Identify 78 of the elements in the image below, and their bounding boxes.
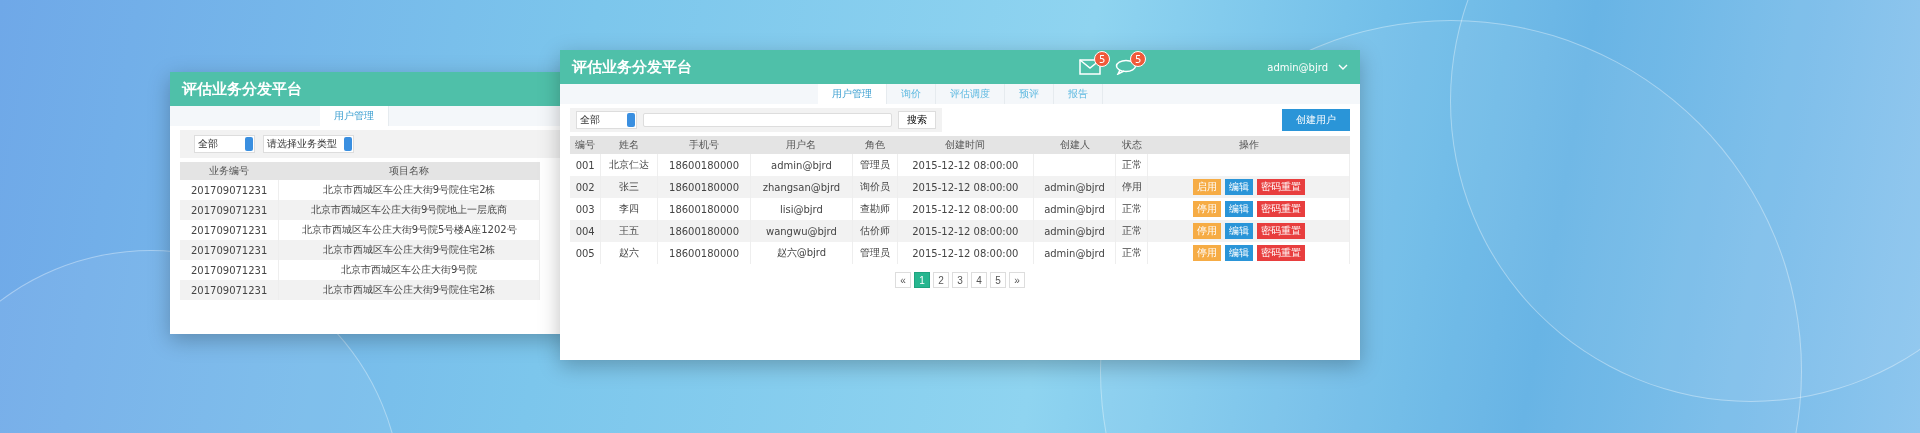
nav-tab[interactable]: 用户管理 [817, 84, 887, 104]
reset-button[interactable]: 密码重置 [1256, 201, 1305, 217]
table-cell: 18600180000 [657, 176, 751, 198]
user-name[interactable]: admin@bjrd [1267, 61, 1328, 73]
table-cell: 18600180000 [657, 220, 751, 242]
table-cell: 18600180000 [657, 242, 751, 264]
column-header: 项目名称 [278, 162, 540, 180]
column-header: 角色 [852, 136, 898, 154]
column-header: 创建时间 [897, 136, 1034, 154]
column-header: 用户名 [750, 136, 853, 154]
dropdown[interactable]: 全部 [194, 135, 255, 153]
nav-tab[interactable]: 询价 [886, 84, 936, 104]
page-button[interactable]: 1 [914, 272, 930, 288]
edit-button[interactable]: 编辑 [1224, 201, 1253, 217]
table-cell: wangwu@bjrd [750, 220, 853, 242]
table-cell: 估价师 [852, 220, 898, 242]
toggle-button[interactable]: 停用 [1192, 201, 1221, 217]
table-cell: 正常 [1115, 242, 1148, 264]
edit-button[interactable]: 编辑 [1224, 245, 1253, 261]
table-cell: 201709071231 [180, 280, 279, 300]
table-cell: 张三 [600, 176, 658, 198]
column-header: 操作 [1147, 136, 1350, 154]
table-cell: 2015-12-12 08:00:00 [897, 176, 1034, 198]
table-cell: admin@bjrd [1033, 242, 1116, 264]
table-cell: 王五 [600, 220, 658, 242]
next-page-button[interactable]: » [1009, 272, 1025, 288]
page-button[interactable]: 2 [933, 272, 949, 288]
table-cell: 管理员 [852, 242, 898, 264]
table-cell: 北京市西城区车公庄大街9号院住宅2栋 [278, 240, 540, 260]
table-cell: 005 [570, 242, 601, 264]
table-cell: admin@bjrd [1033, 220, 1116, 242]
column-header: 编号 [570, 136, 601, 154]
column-header: 姓名 [600, 136, 658, 154]
page-button[interactable]: 3 [952, 272, 968, 288]
table-cell: 004 [570, 220, 601, 242]
previous-page-button[interactable]: « [895, 272, 911, 288]
table-cell: 2015-12-12 08:00:00 [897, 242, 1034, 264]
table-cell: 询价员 [852, 176, 898, 198]
edit-button[interactable]: 编辑 [1224, 223, 1253, 239]
table-cell: 北京市西城区车公庄大街9号院住宅2栋 [278, 280, 540, 300]
dropdown[interactable]: 请选择业务类型 [263, 135, 354, 153]
table-cell: 002 [570, 176, 601, 198]
reset-button[interactable]: 密码重置 [1256, 223, 1305, 239]
table-cell: 201709071231 [180, 240, 279, 260]
table-cell: 赵六@bjrd [750, 242, 853, 264]
table-cell: 2015-12-12 08:00:00 [897, 220, 1034, 242]
toggle-button[interactable]: 停用 [1192, 223, 1221, 239]
dropdown[interactable]: 全部 [576, 111, 637, 129]
table-cell: 201709071231 [180, 200, 279, 220]
create-user-button[interactable]: 创建用户 [1282, 109, 1350, 131]
edit-button[interactable]: 编辑 [1224, 179, 1253, 195]
reset-button[interactable]: 密码重置 [1256, 245, 1305, 261]
table-cell: 赵六 [600, 242, 658, 264]
table-cell: 正常 [1115, 220, 1148, 242]
column-header: 创建人 [1033, 136, 1116, 154]
column-header: 手机号 [657, 136, 751, 154]
column-header: 状态 [1115, 136, 1148, 154]
table-cell: 停用 [1115, 176, 1148, 198]
table-cell: 北京市西城区车公庄大街9号院地上一层底商 [278, 200, 540, 220]
page-button[interactable]: 4 [971, 272, 987, 288]
count-badge: 5 [1094, 51, 1111, 67]
window-title: 评估业务分发平台 [572, 57, 693, 77]
nav-tab[interactable]: 预评 [1004, 84, 1054, 104]
table-cell: zhangsan@bjrd [750, 176, 853, 198]
nav-tab[interactable]: 报告 [1053, 84, 1103, 104]
reset-button[interactable]: 密码重置 [1256, 179, 1305, 195]
search-field[interactable] [643, 113, 892, 127]
toggle-button[interactable]: 启用 [1192, 179, 1221, 195]
window-title: 评估业务分发平台 [182, 79, 303, 99]
column-header: 业务编号 [180, 162, 279, 180]
count-badge: 5 [1130, 51, 1147, 67]
search-button[interactable]: 搜索 [898, 111, 936, 129]
table-cell: admin@bjrd [1033, 176, 1116, 198]
nav-tab[interactable]: 评估调度 [935, 84, 1005, 104]
page-button[interactable]: 5 [990, 272, 1006, 288]
chevron-down-icon[interactable] [1338, 64, 1348, 70]
toggle-button[interactable]: 停用 [1192, 245, 1221, 261]
nav-tab[interactable]: 用户管理 [320, 106, 389, 126]
